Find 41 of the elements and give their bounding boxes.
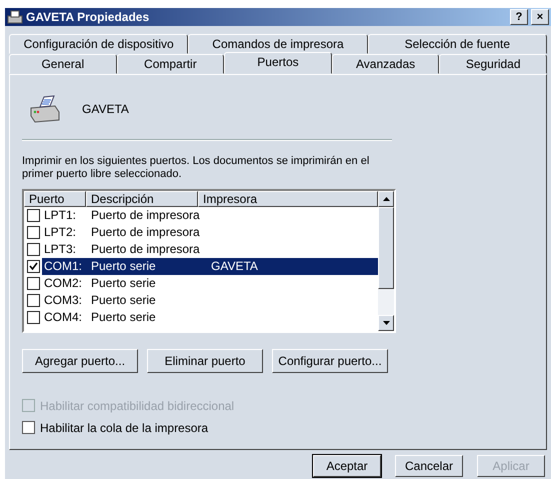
column-header[interactable]: Impresora <box>198 190 378 206</box>
checkbox[interactable] <box>27 294 40 306</box>
port-row[interactable]: COM4: Puerto serie <box>42 308 378 326</box>
port-button[interactable]: Eliminar puerto <box>147 348 263 372</box>
port-row[interactable]: LPT2: Puerto de impresora <box>42 224 378 240</box>
option-label: Habilitar compatibilidad bidireccional <box>40 398 234 412</box>
close-button[interactable]: × <box>531 8 549 25</box>
port-row[interactable]: LPT3: Puerto de impresora <box>42 240 378 258</box>
tab[interactable]: Seguridad <box>439 54 547 74</box>
port-row[interactable]: COM3: Puerto serie <box>42 292 378 308</box>
port-button[interactable]: Agregar puerto... <box>22 348 138 372</box>
window-title: GAVETA Propiedades <box>26 10 150 24</box>
tab[interactable]: Avanzadas <box>332 54 440 74</box>
tab[interactable]: Puertos <box>224 52 332 74</box>
port-row[interactable]: LPT1: Puerto de impresora <box>42 206 378 224</box>
printer-icon <box>7 8 23 25</box>
checkbox[interactable] <box>27 276 40 290</box>
port-row[interactable]: COM2: Puerto serie <box>42 274 378 292</box>
down-arrow-icon <box>382 320 390 324</box>
checkbox[interactable] <box>27 260 40 272</box>
printer-icon <box>28 94 62 122</box>
tab[interactable]: Selección de fuente <box>368 34 547 54</box>
port-row[interactable]: COM1: Puerto serie GAVETA <box>42 258 378 274</box>
dialog-button[interactable]: Aceptar <box>313 454 381 476</box>
help-button[interactable]: ? <box>510 8 528 25</box>
dialog-button[interactable]: Cancelar <box>395 454 463 476</box>
tab[interactable]: Configuración de dispositivo <box>9 34 188 54</box>
scrollbar[interactable] <box>378 190 394 330</box>
tab[interactable]: General <box>9 54 117 74</box>
checkbox[interactable] <box>27 310 40 324</box>
printer-name: GAVETA <box>82 102 129 116</box>
option-label: Habilitar la cola de la impresora <box>40 420 208 434</box>
checkbox[interactable] <box>27 208 40 222</box>
checkbox[interactable] <box>27 242 40 256</box>
port-button[interactable]: Configurar puerto... <box>272 348 388 372</box>
column-header[interactable]: Puerto <box>24 190 86 206</box>
instructions-text: Imprimir en los siguientes puertos. Los documentos se imprimirán en el primer puerto libre seleccionado. <box>22 154 370 180</box>
checkbox[interactable] <box>27 226 40 238</box>
up-arrow-icon <box>382 196 390 200</box>
checkbox[interactable] <box>22 421 35 434</box>
column-header[interactable]: Descripción <box>86 190 198 206</box>
